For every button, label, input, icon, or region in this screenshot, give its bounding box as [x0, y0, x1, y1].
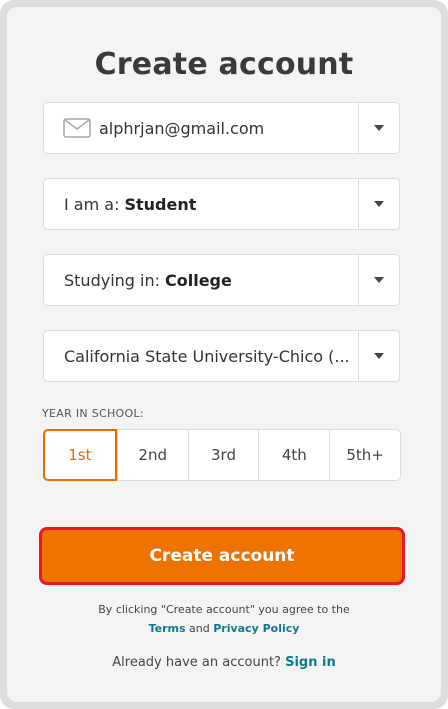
signin-text: Already have an account?: [112, 655, 281, 670]
role-select[interactable]: I am a: Student: [43, 178, 400, 230]
email-select[interactable]: alphrjan@gmail.com: [43, 102, 400, 154]
email-value: alphrjan@gmail.com: [99, 118, 265, 138]
school-value: California State University-Chico (...: [64, 346, 350, 366]
role-field-content: I am a: Student: [44, 195, 358, 214]
chevron-down-icon: [374, 353, 384, 359]
legal-text: By clicking "Create account" you agree t…: [98, 603, 350, 616]
studying-value: College: [165, 270, 232, 290]
sign-in-link[interactable]: Sign in: [285, 655, 336, 670]
studying-dropdown-toggle[interactable]: [358, 255, 399, 305]
mail-icon: [63, 118, 91, 138]
email-dropdown-toggle[interactable]: [358, 103, 399, 153]
terms-link[interactable]: Terms: [149, 622, 186, 635]
role-value: Student: [124, 194, 197, 214]
school-select[interactable]: California State University-Chico (...: [43, 330, 400, 382]
chevron-down-icon: [374, 277, 384, 283]
year-in-school-label: YEAR IN SCHOOL:: [42, 407, 144, 420]
year-option-3rd[interactable]: 3rd: [187, 430, 259, 480]
chevron-down-icon: [374, 125, 384, 131]
legal-and: and: [189, 622, 210, 635]
year-option-5th-plus[interactable]: 5th+: [329, 430, 400, 480]
year-option-2nd[interactable]: 2nd: [116, 430, 188, 480]
legal-links: Terms and Privacy Policy: [7, 619, 441, 638]
role-prefix: I am a:: [64, 194, 120, 214]
legal-notice: By clicking "Create account" you agree t…: [7, 600, 441, 638]
year-in-school-selector: 1st 2nd 3rd 4th 5th+: [43, 429, 401, 481]
signup-card: Create account alphrjan@gmail.com I am a…: [7, 7, 441, 702]
email-field-content: alphrjan@gmail.com: [44, 118, 358, 138]
chevron-down-icon: [374, 201, 384, 207]
studying-prefix: Studying in:: [64, 270, 160, 290]
window-frame: Create account alphrjan@gmail.com I am a…: [0, 0, 448, 709]
studying-field-content: Studying in: College: [44, 271, 358, 290]
year-option-4th[interactable]: 4th: [258, 430, 329, 480]
privacy-policy-link[interactable]: Privacy Policy: [213, 622, 299, 635]
signin-prompt: Already have an account? Sign in: [7, 655, 441, 670]
school-field-content: California State University-Chico (...: [44, 347, 358, 366]
year-option-1st[interactable]: 1st: [43, 429, 117, 481]
create-account-button[interactable]: Create account: [39, 527, 405, 585]
page-title: Create account: [94, 47, 354, 82]
role-dropdown-toggle[interactable]: [358, 179, 399, 229]
studying-select[interactable]: Studying in: College: [43, 254, 400, 306]
school-dropdown-toggle[interactable]: [358, 331, 399, 381]
